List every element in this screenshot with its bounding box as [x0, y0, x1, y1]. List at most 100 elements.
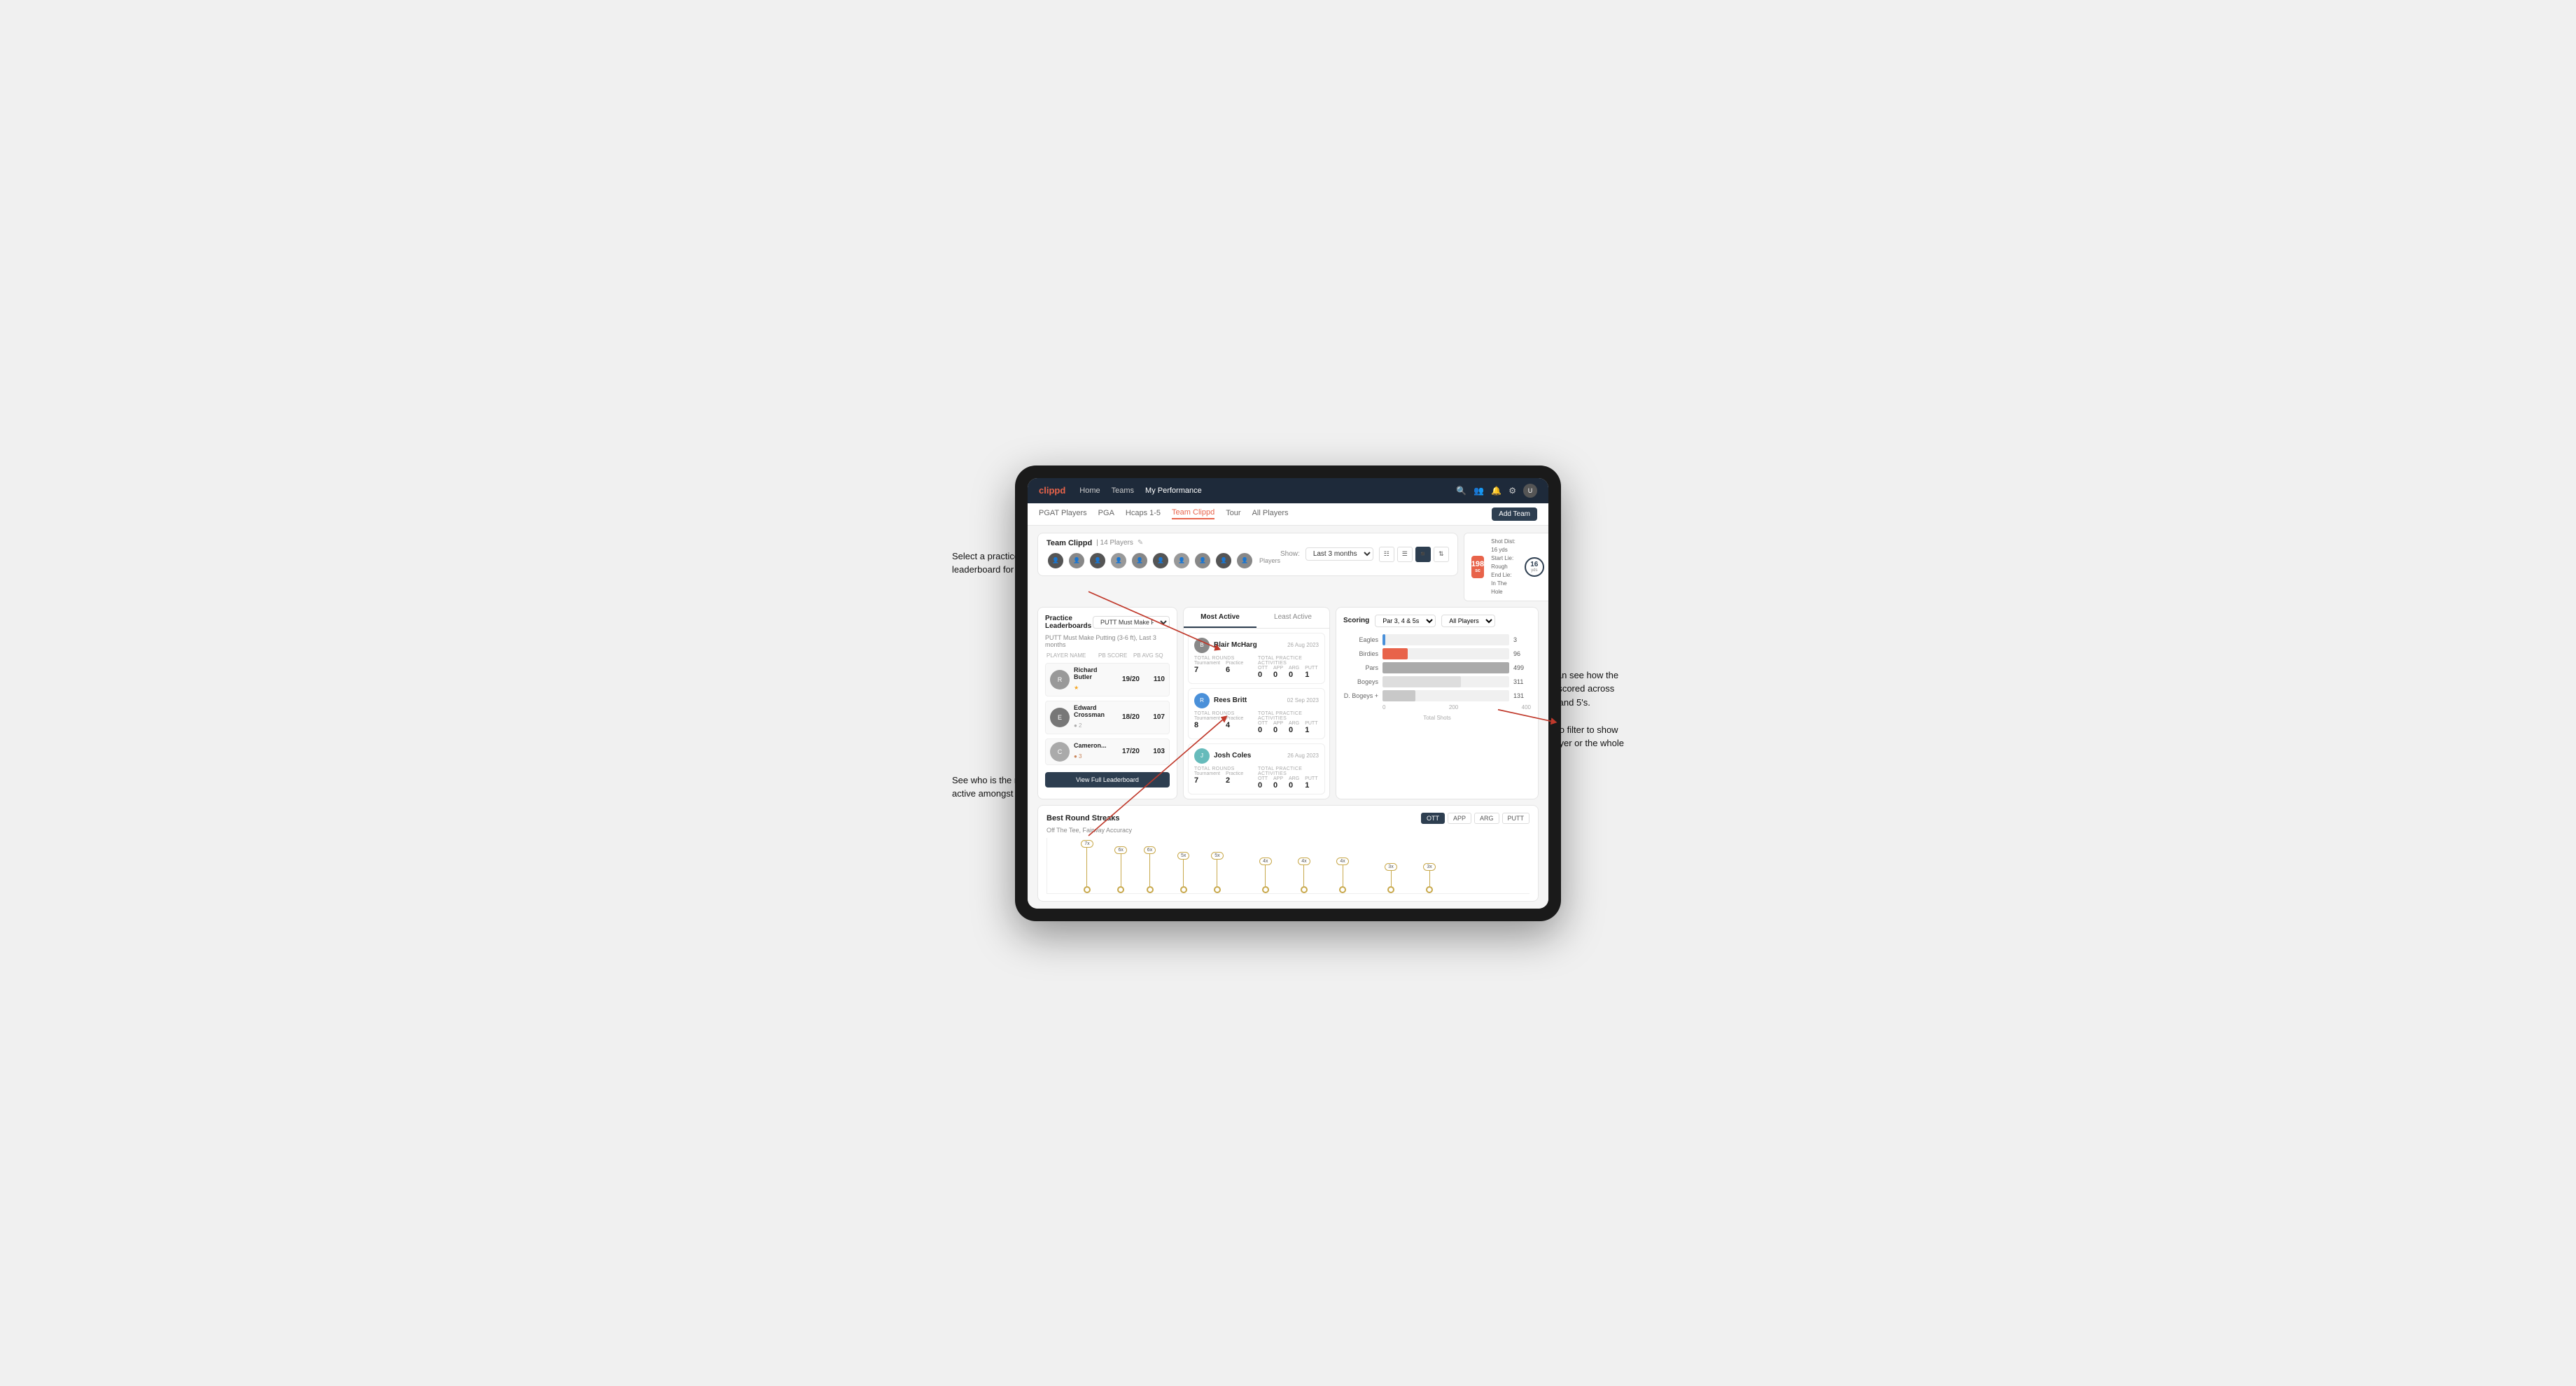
team-title: Team Clippd	[1046, 539, 1092, 547]
streak-point: 5x	[1177, 852, 1189, 893]
main-content: Team Clippd | 14 Players ✎ 👤 👤 👤 👤 👤	[1028, 526, 1548, 909]
scoring-title: Scoring	[1343, 617, 1369, 624]
player-avatar: 👤	[1130, 552, 1149, 570]
chart-val: 131	[1513, 692, 1531, 699]
sort-btn[interactable]: ⇅	[1434, 547, 1449, 562]
brand-logo: clippd	[1039, 485, 1065, 496]
scoring-chart: Eagles 3 Birdies	[1343, 631, 1531, 792]
drill-select[interactable]: PUTT Must Make Putting...	[1093, 616, 1170, 629]
chart-row-pars: Pars 499	[1343, 662, 1531, 673]
subnav-all-players[interactable]: All Players	[1252, 509, 1289, 519]
activity-user-name: Rees Britt	[1214, 696, 1283, 704]
team-count: | 14 Players	[1096, 539, 1133, 547]
chart-label: Birdies	[1343, 650, 1378, 657]
streak-label: 5x	[1211, 852, 1223, 860]
streak-label: 4x	[1298, 858, 1310, 865]
streaks-tab-putt[interactable]: PUTT	[1502, 813, 1530, 824]
activity-entries: B Blair McHarg 26 Aug 2023 Total Rounds …	[1184, 629, 1329, 799]
streak-point: 6x	[1144, 846, 1156, 893]
lb-avg: 110	[1144, 676, 1165, 683]
streak-dot	[1387, 886, 1394, 893]
subnav-hcaps[interactable]: Hcaps 1-5	[1126, 509, 1161, 519]
activity-avatar: B	[1194, 638, 1210, 653]
grid-view-btn[interactable]: ☷	[1379, 547, 1394, 562]
chart-bar-container	[1382, 634, 1509, 645]
chart-bar-container	[1382, 648, 1509, 659]
subnav-team-clippd[interactable]: Team Clippd	[1172, 508, 1214, 519]
streak-dot	[1301, 886, 1308, 893]
tab-most-active[interactable]: Most Active	[1184, 608, 1256, 628]
streaks-tab-app[interactable]: APP	[1448, 813, 1471, 824]
rank-badge-silver: ● 2	[1074, 722, 1082, 729]
chart-bar-container	[1382, 662, 1509, 673]
chart-label: Pars	[1343, 664, 1378, 671]
lb-player-row: R Richard Butler ★ 19/20 110	[1045, 663, 1170, 696]
streak-dot	[1147, 886, 1154, 893]
scoring-header: Scoring Par 3, 4 & 5s All Players	[1343, 615, 1531, 627]
chart-row-birdies: Birdies 96	[1343, 648, 1531, 659]
chart-val: 96	[1513, 650, 1531, 657]
list-view-btn[interactable]: ☰	[1397, 547, 1413, 562]
card-view-btn[interactable]: ◾	[1415, 547, 1431, 562]
players-label: Players	[1259, 557, 1280, 564]
lb-avg: 107	[1144, 713, 1165, 721]
activity-date: 02 Sep 2023	[1287, 697, 1319, 704]
activity-entry: B Blair McHarg 26 Aug 2023 Total Rounds …	[1188, 633, 1325, 684]
players-row: 👤 👤 👤 👤 👤 👤 👤 👤 👤 👤 Players	[1046, 552, 1280, 570]
streaks-tabs: OTT APP ARG PUTT	[1421, 813, 1530, 824]
chart-row-eagles: Eagles 3	[1343, 634, 1531, 645]
bell-icon[interactable]: 🔔	[1491, 486, 1502, 496]
streak-dot	[1180, 886, 1187, 893]
chart-bar-birdies	[1382, 648, 1408, 659]
user-avatar[interactable]: U	[1523, 484, 1537, 498]
team-header-card: Team Clippd | 14 Players ✎ 👤 👤 👤 👤 👤	[1037, 533, 1458, 576]
player-avatar: 👤	[1068, 552, 1086, 570]
lb-player-avatar: E	[1050, 708, 1070, 727]
chart-row-dbogeys: D. Bogeys + 131	[1343, 690, 1531, 701]
middle-row: Practice Leaderboards PUTT Must Make Put…	[1037, 607, 1539, 799]
users-icon[interactable]: 👥	[1474, 486, 1484, 496]
practice-lb-title: Practice Leaderboards	[1045, 615, 1093, 630]
streaks-chart: 7x 6x 6x	[1046, 838, 1530, 894]
chart-bar-bogeys	[1382, 676, 1461, 687]
search-icon[interactable]: 🔍	[1456, 486, 1466, 496]
streak-label: 5x	[1177, 852, 1189, 860]
team-right: Show: Last 3 months Last 6 months Last y…	[1280, 547, 1449, 562]
shot-info: Shot Dist: 16 yds Start Lie: Rough End L…	[1491, 538, 1518, 596]
streak-point: 7x	[1081, 840, 1093, 893]
rank-badge-bronze: ● 3	[1074, 753, 1082, 760]
chart-val: 3	[1513, 636, 1531, 643]
subnav-pga[interactable]: PGA	[1098, 509, 1114, 519]
player-avatar: 👤	[1088, 552, 1107, 570]
settings-icon[interactable]: ⚙	[1508, 486, 1516, 496]
lb-player-info: Richard Butler ★	[1074, 666, 1109, 693]
streaks-tab-arg[interactable]: ARG	[1474, 813, 1499, 824]
streak-dot	[1084, 886, 1091, 893]
streak-label: 4x	[1259, 858, 1271, 865]
navbar: clippd Home Teams My Performance 🔍 👥 🔔 ⚙…	[1028, 478, 1548, 503]
subnav-tour[interactable]: Tour	[1226, 509, 1240, 519]
nav-teams[interactable]: Teams	[1112, 486, 1134, 495]
streaks-tab-ott[interactable]: OTT	[1421, 813, 1445, 824]
activity-panel: Most Active Least Active B Blair McHarg …	[1183, 607, 1330, 799]
tab-least-active[interactable]: Least Active	[1256, 608, 1329, 628]
practice-lb-header: Practice Leaderboards PUTT Must Make Put…	[1045, 615, 1170, 630]
streaks-title: Best Round Streaks	[1046, 814, 1120, 822]
lb-player-avatar: R	[1050, 670, 1070, 690]
streak-point: 4x	[1336, 858, 1348, 893]
nav-home[interactable]: Home	[1079, 486, 1100, 495]
edit-icon[interactable]: ✎	[1138, 539, 1143, 547]
player-avatar: 👤	[1172, 552, 1191, 570]
add-team-button[interactable]: Add Team	[1492, 507, 1537, 521]
streak-dot	[1262, 886, 1269, 893]
subnav-pgat[interactable]: PGAT Players	[1039, 509, 1087, 519]
nav-my-performance[interactable]: My Performance	[1145, 486, 1202, 495]
view-full-leaderboard-button[interactable]: View Full Leaderboard	[1045, 772, 1170, 788]
navbar-icons: 🔍 👥 🔔 ⚙ U	[1456, 484, 1537, 498]
lb-player-row: E Edward Crossman ● 2 18/20 107	[1045, 701, 1170, 734]
nav-links: Home Teams My Performance	[1079, 486, 1442, 495]
scoring-filter-pars[interactable]: Par 3, 4 & 5s	[1375, 615, 1436, 627]
streaks-card: Best Round Streaks OTT APP ARG PUTT Off …	[1037, 805, 1539, 902]
scoring-filter-players[interactable]: All Players	[1441, 615, 1495, 627]
show-select[interactable]: Last 3 months Last 6 months Last year	[1306, 547, 1373, 561]
